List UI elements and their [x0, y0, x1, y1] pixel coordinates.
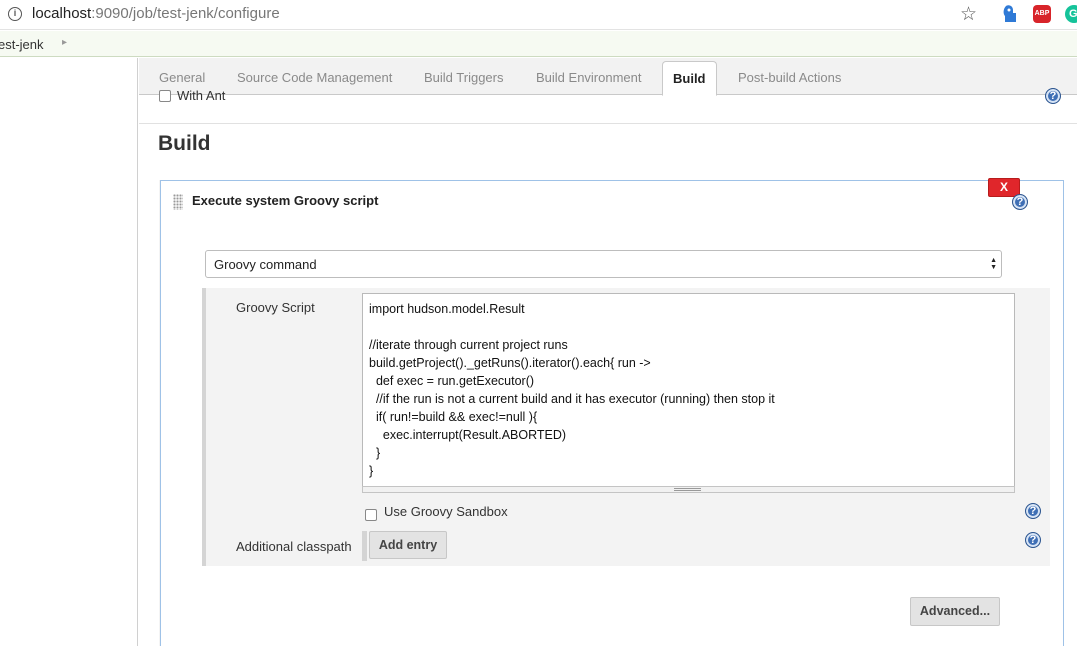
build-step-title: Execute system Groovy script	[192, 193, 379, 208]
script-line: ​	[369, 318, 1008, 336]
script-line: exec.interrupt(Result.ABORTED)	[369, 428, 567, 442]
add-entry-button[interactable]: Add entry	[369, 531, 447, 559]
url-path: :9090/job/test-jenk/configure	[91, 5, 280, 22]
help-icon[interactable]: ?	[1045, 88, 1061, 104]
adblock-icon[interactable]: ABP	[1033, 5, 1051, 23]
section-title: Build	[158, 132, 211, 155]
config-tabbar: General Source Code Management Build Tri…	[139, 58, 1077, 96]
use-groovy-sandbox-checkbox[interactable]	[365, 509, 377, 521]
script-line: }	[369, 464, 374, 478]
info-icon[interactable]: i	[8, 7, 22, 21]
script-line: //if the run is not a current build and …	[369, 392, 775, 406]
additional-classpath-label: Additional classpath	[236, 539, 352, 554]
tab-build[interactable]: Build	[662, 61, 717, 96]
tab-general[interactable]: General	[159, 70, 205, 85]
tab-build-triggers[interactable]: Build Triggers	[424, 70, 503, 85]
script-line: }	[369, 446, 381, 460]
select-arrows-icon: ▲ ▼	[990, 257, 997, 271]
extension-icon[interactable]	[1001, 4, 1019, 24]
select-value: Groovy command	[214, 257, 317, 272]
script-line: build.getProject()._getRuns().iterator()…	[369, 356, 651, 370]
script-line: def exec = run.getExecutor()	[369, 374, 535, 388]
help-icon[interactable]: ?	[1012, 194, 1028, 210]
breadcrumb: est-jenk ▸	[0, 31, 1077, 57]
groovy-source-select[interactable]: Groovy command ▲ ▼	[205, 250, 1002, 278]
advanced-button[interactable]: Advanced...	[910, 597, 1000, 626]
classpath-marker	[362, 531, 367, 561]
main-content: With Ant ? Build Execute system Groovy s…	[139, 88, 1077, 646]
groovy-script-label: Groovy Script	[236, 300, 315, 315]
with-ant-checkbox[interactable]	[159, 90, 171, 102]
tab-post-build-actions[interactable]: Post-build Actions	[738, 70, 841, 85]
script-line: //iterate through current project runs	[369, 338, 568, 352]
url-text[interactable]: localhost:9090/job/test-jenk/configure	[32, 5, 280, 22]
tab-build-environment[interactable]: Build Environment	[536, 70, 642, 85]
chevron-right-icon[interactable]: ▸	[62, 37, 67, 48]
groovy-script-textarea[interactable]: import hudson.model.Result ​ //iterate thr…	[362, 293, 1015, 489]
use-groovy-sandbox-label: Use Groovy Sandbox	[384, 504, 508, 519]
grammarly-icon[interactable]: G	[1065, 5, 1077, 23]
script-line: if( run!=build && exec!=null ){	[369, 410, 538, 424]
script-line: import hudson.model.Result	[369, 302, 525, 316]
resize-grip-icon[interactable]	[674, 488, 701, 491]
with-ant-label: With Ant	[177, 88, 226, 103]
tab-source-code-management[interactable]: Source Code Management	[237, 70, 392, 85]
help-icon[interactable]: ?	[1025, 532, 1041, 548]
url-host: localhost	[32, 5, 92, 22]
breadcrumb-job[interactable]: est-jenk	[0, 37, 44, 52]
side-panel	[0, 58, 138, 646]
section-divider	[139, 123, 1077, 124]
browser-url-bar[interactable]: i localhost:9090/job/test-jenk/configure…	[0, 0, 1077, 30]
help-icon[interactable]: ?	[1025, 503, 1041, 519]
star-icon[interactable]: ☆	[960, 3, 977, 26]
drag-handle-icon[interactable]	[173, 194, 183, 210]
